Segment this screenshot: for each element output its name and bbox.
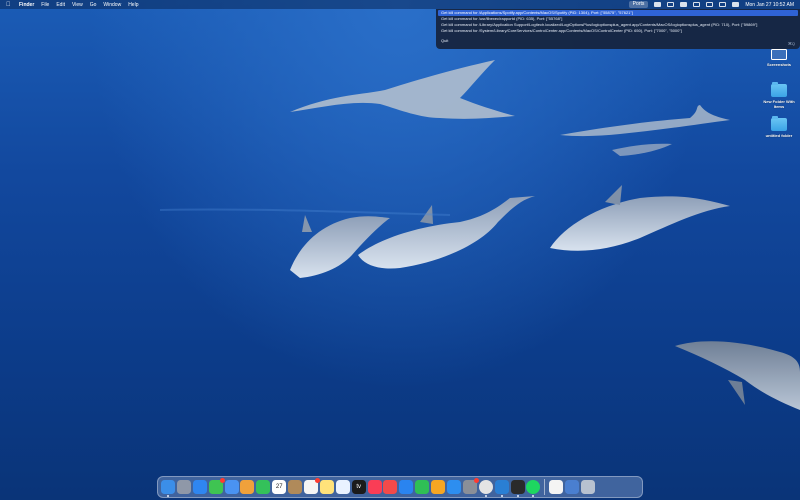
dropdown-quit-item[interactable]: Quit: [436, 38, 800, 44]
wifi-icon[interactable]: [706, 2, 714, 7]
dock-reminders-icon[interactable]: [304, 478, 321, 494]
desktop-item-label: untitled folder: [765, 133, 793, 138]
dock-mail-icon[interactable]: [224, 480, 239, 494]
menu-window[interactable]: Window: [103, 2, 121, 8]
running-indicator: [532, 495, 535, 497]
ports-menu-button[interactable]: Ports: [628, 1, 649, 8]
dock-trash-icon[interactable]: [580, 480, 595, 494]
dock-music-icon[interactable]: [367, 480, 382, 494]
dock-numbers-icon[interactable]: [415, 480, 430, 494]
dock-notes-icon[interactable]: [319, 480, 334, 494]
dock-news-icon[interactable]: [383, 480, 398, 494]
menu-extra-icon[interactable]: [654, 2, 662, 7]
running-indicator: [484, 495, 487, 497]
dock-finder-icon[interactable]: [161, 480, 175, 497]
menu-edit[interactable]: Edit: [56, 2, 65, 8]
dock-photos-icon[interactable]: [240, 480, 255, 494]
menu-app-name[interactable]: Finder: [19, 2, 34, 8]
dock-spotify-icon[interactable]: [526, 480, 541, 497]
menubar-clock[interactable]: Mon Jan 27 10:52 AM: [745, 2, 794, 8]
dock-calendar-icon[interactable]: 27: [272, 480, 287, 494]
folder-icon: [771, 82, 787, 97]
apple-menu-icon[interactable]: : [6, 2, 12, 8]
menu-file[interactable]: File: [41, 2, 49, 8]
running-indicator: [516, 495, 519, 497]
desktop-item-label: New Folder With Items: [763, 99, 795, 109]
folder-icon: [771, 116, 787, 131]
desktop-item-screenshots[interactable]: Screenshots: [759, 49, 799, 67]
dock-separator: [544, 479, 545, 495]
dock-freeform-icon[interactable]: [335, 480, 350, 494]
menu-view[interactable]: View: [72, 2, 83, 8]
desktop-item-new-folder-with-items[interactable]: New Folder With Items: [759, 82, 799, 109]
desktop-wallpaper: [0, 0, 800, 500]
running-indicator: [167, 495, 169, 497]
notification-badge: [219, 478, 225, 483]
dock-downloads-icon[interactable]: [564, 480, 579, 494]
dock-launchpad-icon[interactable]: [176, 480, 191, 494]
dock-pages-icon[interactable]: [431, 480, 446, 494]
dock-tv-icon[interactable]: tv: [351, 480, 366, 494]
menu-help[interactable]: Help: [128, 2, 138, 8]
dock-facetime-icon[interactable]: [256, 480, 271, 494]
ports-dropdown-menu: Get kill command for /Applications/Spoti…: [436, 9, 800, 49]
dock-document-icon[interactable]: [548, 480, 563, 494]
dock-app-store-icon[interactable]: [447, 480, 462, 494]
dock-keynote-icon[interactable]: [399, 480, 414, 494]
dolphins-wallpaper-image: [159, 60, 800, 410]
dock-system-settings-icon[interactable]: [462, 478, 479, 494]
notification-badge: [473, 478, 479, 483]
dock: 27 tv: [157, 476, 643, 498]
running-indicator: [500, 495, 503, 497]
dock-chrome-icon[interactable]: [478, 480, 493, 497]
dock-terminal-icon[interactable]: [510, 480, 525, 497]
menu-extra-icon[interactable]: [693, 2, 701, 7]
desktop-item-label: Screenshots: [766, 62, 791, 67]
spotlight-icon[interactable]: [719, 2, 727, 7]
dock-vscode-icon[interactable]: [494, 480, 509, 497]
monitor-icon: [771, 49, 787, 60]
desktop-item-untitled-folder[interactable]: untitled folder: [759, 116, 799, 138]
dock-safari-icon[interactable]: [192, 480, 207, 494]
dock-messages-icon[interactable]: [208, 478, 225, 494]
battery-icon[interactable]: [680, 2, 688, 7]
menu-bar:  Finder File Edit View Go Window Help P…: [0, 0, 800, 9]
control-center-icon[interactable]: [732, 2, 740, 7]
quit-shortcut: ⌘Q: [787, 41, 795, 46]
menu-go[interactable]: Go: [90, 2, 97, 8]
menu-extra-icon[interactable]: [667, 2, 675, 7]
dock-contacts-icon[interactable]: [288, 480, 303, 494]
